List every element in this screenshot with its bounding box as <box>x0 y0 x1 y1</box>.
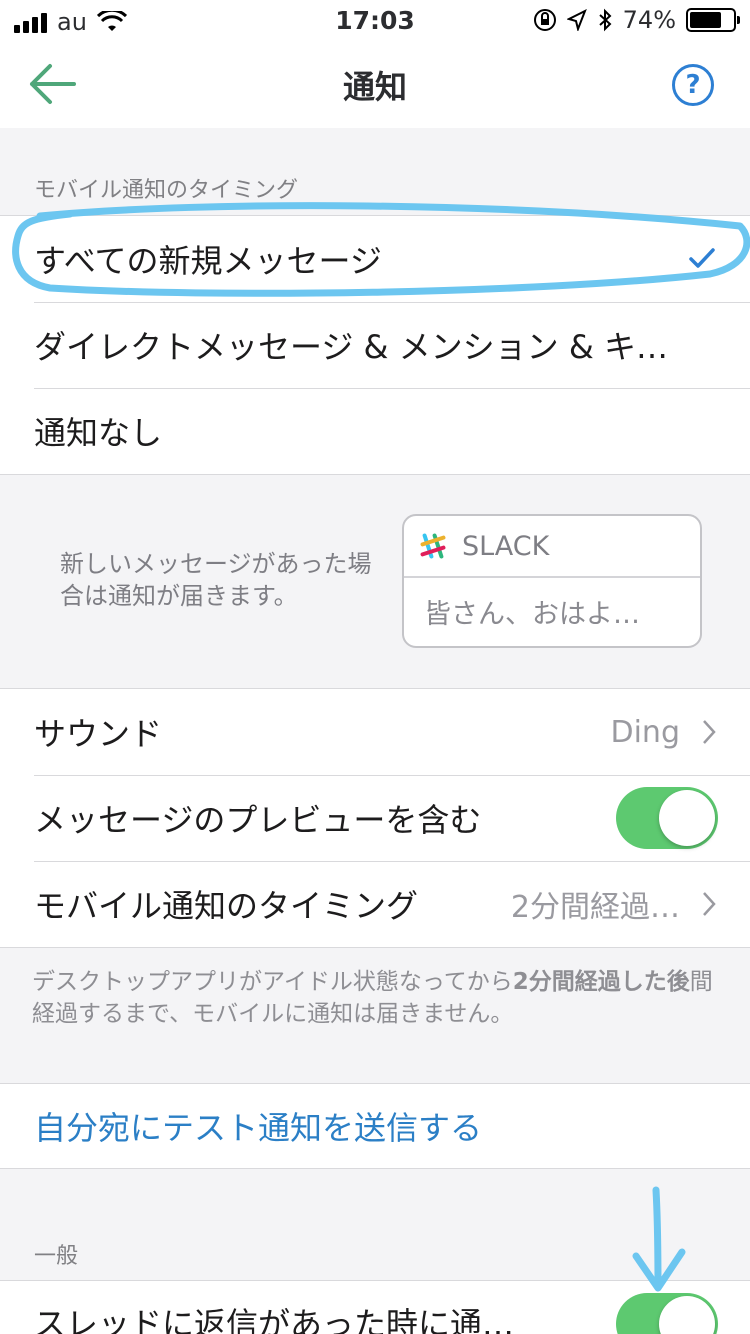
sound-value: Ding <box>610 714 681 750</box>
chevron-right-icon <box>703 892 716 916</box>
option-dm-mentions[interactable]: ダイレクトメッセージ & メンション & キ… <box>0 302 750 388</box>
help-icon[interactable]: ? <box>672 64 714 106</box>
page-title: 通知 <box>342 68 407 106</box>
settings-group: サウンド Ding メッセージのプレビューを含む モバイル通知のタイミング 2分… <box>0 688 750 948</box>
footnote-bold: 2分間経過した後 <box>512 969 690 995</box>
status-bar: au 17:03 74% <box>0 0 750 40</box>
option-label: 通知なし <box>34 414 163 452</box>
option-label: すべての新規メッセージ <box>34 242 382 280</box>
location-icon <box>566 9 587 31</box>
orientation-lock-icon <box>533 9 556 31</box>
message-preview-row: メッセージのプレビューを含む <box>0 775 750 861</box>
sound-label: サウンド <box>34 715 163 753</box>
preview-toggle[interactable] <box>616 787 718 849</box>
timing-options-group: すべての新規メッセージ ダイレクトメッセージ & メンション & キ… 通知なし <box>0 215 750 475</box>
send-test-notification-link[interactable]: 自分宛にテスト通知を送信する <box>0 1083 750 1169</box>
thread-reply-label: スレッドに返信があった時に通… <box>34 1305 515 1334</box>
chevron-right-icon <box>703 720 716 744</box>
section-header-timing: モバイル通知のタイミング <box>34 178 299 203</box>
timing-value: 2分間経過… <box>510 890 680 925</box>
battery-percent: 74% <box>622 6 676 34</box>
option-all-messages[interactable]: すべての新規メッセージ <box>0 216 750 302</box>
toggle-knob <box>659 790 715 846</box>
thread-reply-row: スレッドに返信があった時に通… <box>0 1281 750 1334</box>
option-none[interactable]: 通知なし <box>0 388 750 474</box>
notification-header: SLACK <box>404 516 700 578</box>
notification-text: 皆さん、おはよ… <box>424 599 640 630</box>
notification-app-name: SLACK <box>462 530 550 562</box>
checkmark-icon <box>689 248 715 268</box>
section-header-general: 一般 <box>34 1244 79 1269</box>
thread-reply-toggle[interactable] <box>616 1293 718 1334</box>
preview-toggle-label: メッセージのプレビューを含む <box>34 801 482 839</box>
slack-logo-icon <box>420 533 446 559</box>
timing-footnote: デスクトップアプリがアイドル状態なってから2分間経過した後間経過するまで、モバイ… <box>32 966 722 1030</box>
preview-description: 新しいメッセージがあった場合は通知が届きます。 <box>60 550 372 610</box>
status-right: 74% <box>533 6 740 34</box>
bluetooth-icon <box>598 8 612 32</box>
notification-preview-card: SLACK 皆さん、おはよ… <box>402 514 702 648</box>
toggle-knob <box>659 1296 715 1334</box>
general-group: スレッドに返信があった時に通… <box>0 1280 750 1334</box>
timing-row[interactable]: モバイル通知のタイミング 2分間経過… <box>0 861 750 947</box>
battery-icon <box>686 8 740 32</box>
footnote-text: デスクトップアプリがアイドル状態なってから <box>32 969 513 995</box>
sound-row[interactable]: サウンド Ding <box>0 689 750 775</box>
timing-label: モバイル通知のタイミング <box>34 887 419 925</box>
navigation-bar: 通知 ? <box>0 40 750 128</box>
option-label: ダイレクトメッセージ & メンション & キ… <box>34 328 668 366</box>
